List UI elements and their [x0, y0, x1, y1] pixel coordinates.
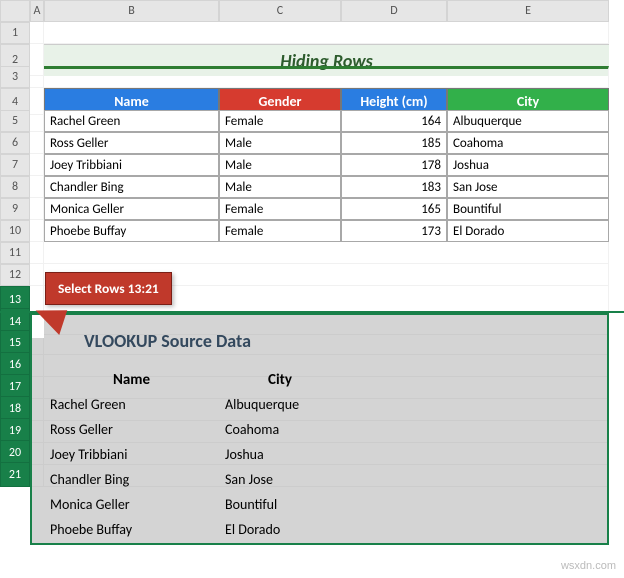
callout-select-rows: Select Rows 13:21 [45, 272, 172, 305]
row-header-6[interactable]: 6 [0, 132, 30, 154]
row-header-12[interactable]: 12 [0, 264, 30, 286]
cell-a9[interactable] [30, 198, 44, 220]
table-cell-gender[interactable]: Male [219, 154, 341, 176]
selection-top-border [0, 311, 624, 313]
col-header-D[interactable]: D [341, 0, 447, 22]
row-header-9[interactable]: 9 [0, 198, 30, 220]
table-cell-height[interactable]: 165 [341, 198, 447, 220]
cell-a7[interactable] [30, 154, 44, 176]
cell-a3[interactable] [30, 66, 44, 88]
cell-b3[interactable] [44, 66, 609, 88]
table-cell-height[interactable]: 178 [341, 154, 447, 176]
row-header-21[interactable]: 21 [0, 462, 30, 487]
cell-21[interactable] [44, 462, 609, 487]
table-cell-gender[interactable]: Male [219, 132, 341, 154]
table-cell-name[interactable]: Phoebe Buffay [44, 220, 219, 242]
cell-a5[interactable] [30, 110, 44, 132]
table-cell-city[interactable]: El Dorado [447, 220, 609, 242]
table-cell-height[interactable]: 185 [341, 132, 447, 154]
corner-cell[interactable] [0, 0, 30, 22]
cell-a21[interactable] [30, 462, 44, 487]
table-cell-height[interactable]: 183 [341, 176, 447, 198]
vlookup-cell-name: Phoebe Buffay [44, 521, 219, 538]
table-cell-city[interactable]: Bountiful [447, 198, 609, 220]
col-header-E[interactable]: E [447, 0, 609, 22]
cell-a6[interactable] [30, 132, 44, 154]
table-cell-city[interactable]: San Jose [447, 176, 609, 198]
cell-b1[interactable] [44, 22, 609, 44]
col-header-C[interactable]: C [219, 0, 341, 22]
table-cell-city[interactable]: Coahoma [447, 132, 609, 154]
spreadsheet-grid: A B C D E 1 2 Hiding Rows 3 4 Name Gende… [0, 0, 624, 484]
table-cell-height[interactable]: 173 [341, 220, 447, 242]
table-cell-gender[interactable]: Male [219, 176, 341, 198]
table-cell-height[interactable]: 164 [341, 110, 447, 132]
table-cell-name[interactable]: Rachel Green [44, 110, 219, 132]
table-cell-gender[interactable]: Female [219, 198, 341, 220]
table-cell-name[interactable]: Monica Geller [44, 198, 219, 220]
table-cell-name[interactable]: Chandler Bing [44, 176, 219, 198]
cell-a8[interactable] [30, 176, 44, 198]
watermark-text: wsxdn.com [561, 560, 616, 572]
col-header-A[interactable]: A [30, 0, 44, 22]
row-header-1[interactable]: 1 [0, 22, 30, 44]
vlookup-cell-city: El Dorado [219, 521, 469, 538]
cell-11[interactable] [44, 242, 609, 264]
row-header-10[interactable]: 10 [0, 220, 30, 242]
row-header-3[interactable]: 3 [0, 66, 30, 88]
row-header-8[interactable]: 8 [0, 176, 30, 198]
vlookup-cell-city: Bountiful [219, 496, 469, 513]
table-cell-gender[interactable]: Female [219, 110, 341, 132]
cell-a1[interactable] [30, 22, 44, 44]
cell-a10[interactable] [30, 220, 44, 242]
cell-a11[interactable] [30, 242, 44, 264]
col-header-B[interactable]: B [44, 0, 219, 22]
table-cell-name[interactable]: Joey Tribbiani [44, 154, 219, 176]
table-cell-gender[interactable]: Female [219, 220, 341, 242]
vlookup-cell-name: Monica Geller [44, 496, 219, 513]
table-cell-city[interactable]: Albuquerque [447, 110, 609, 132]
row-header-5[interactable]: 5 [0, 110, 30, 132]
table-cell-name[interactable]: Ross Geller [44, 132, 219, 154]
row-header-11[interactable]: 11 [0, 242, 30, 264]
cell-a12[interactable] [30, 264, 44, 286]
table-cell-city[interactable]: Joshua [447, 154, 609, 176]
row-header-7[interactable]: 7 [0, 154, 30, 176]
